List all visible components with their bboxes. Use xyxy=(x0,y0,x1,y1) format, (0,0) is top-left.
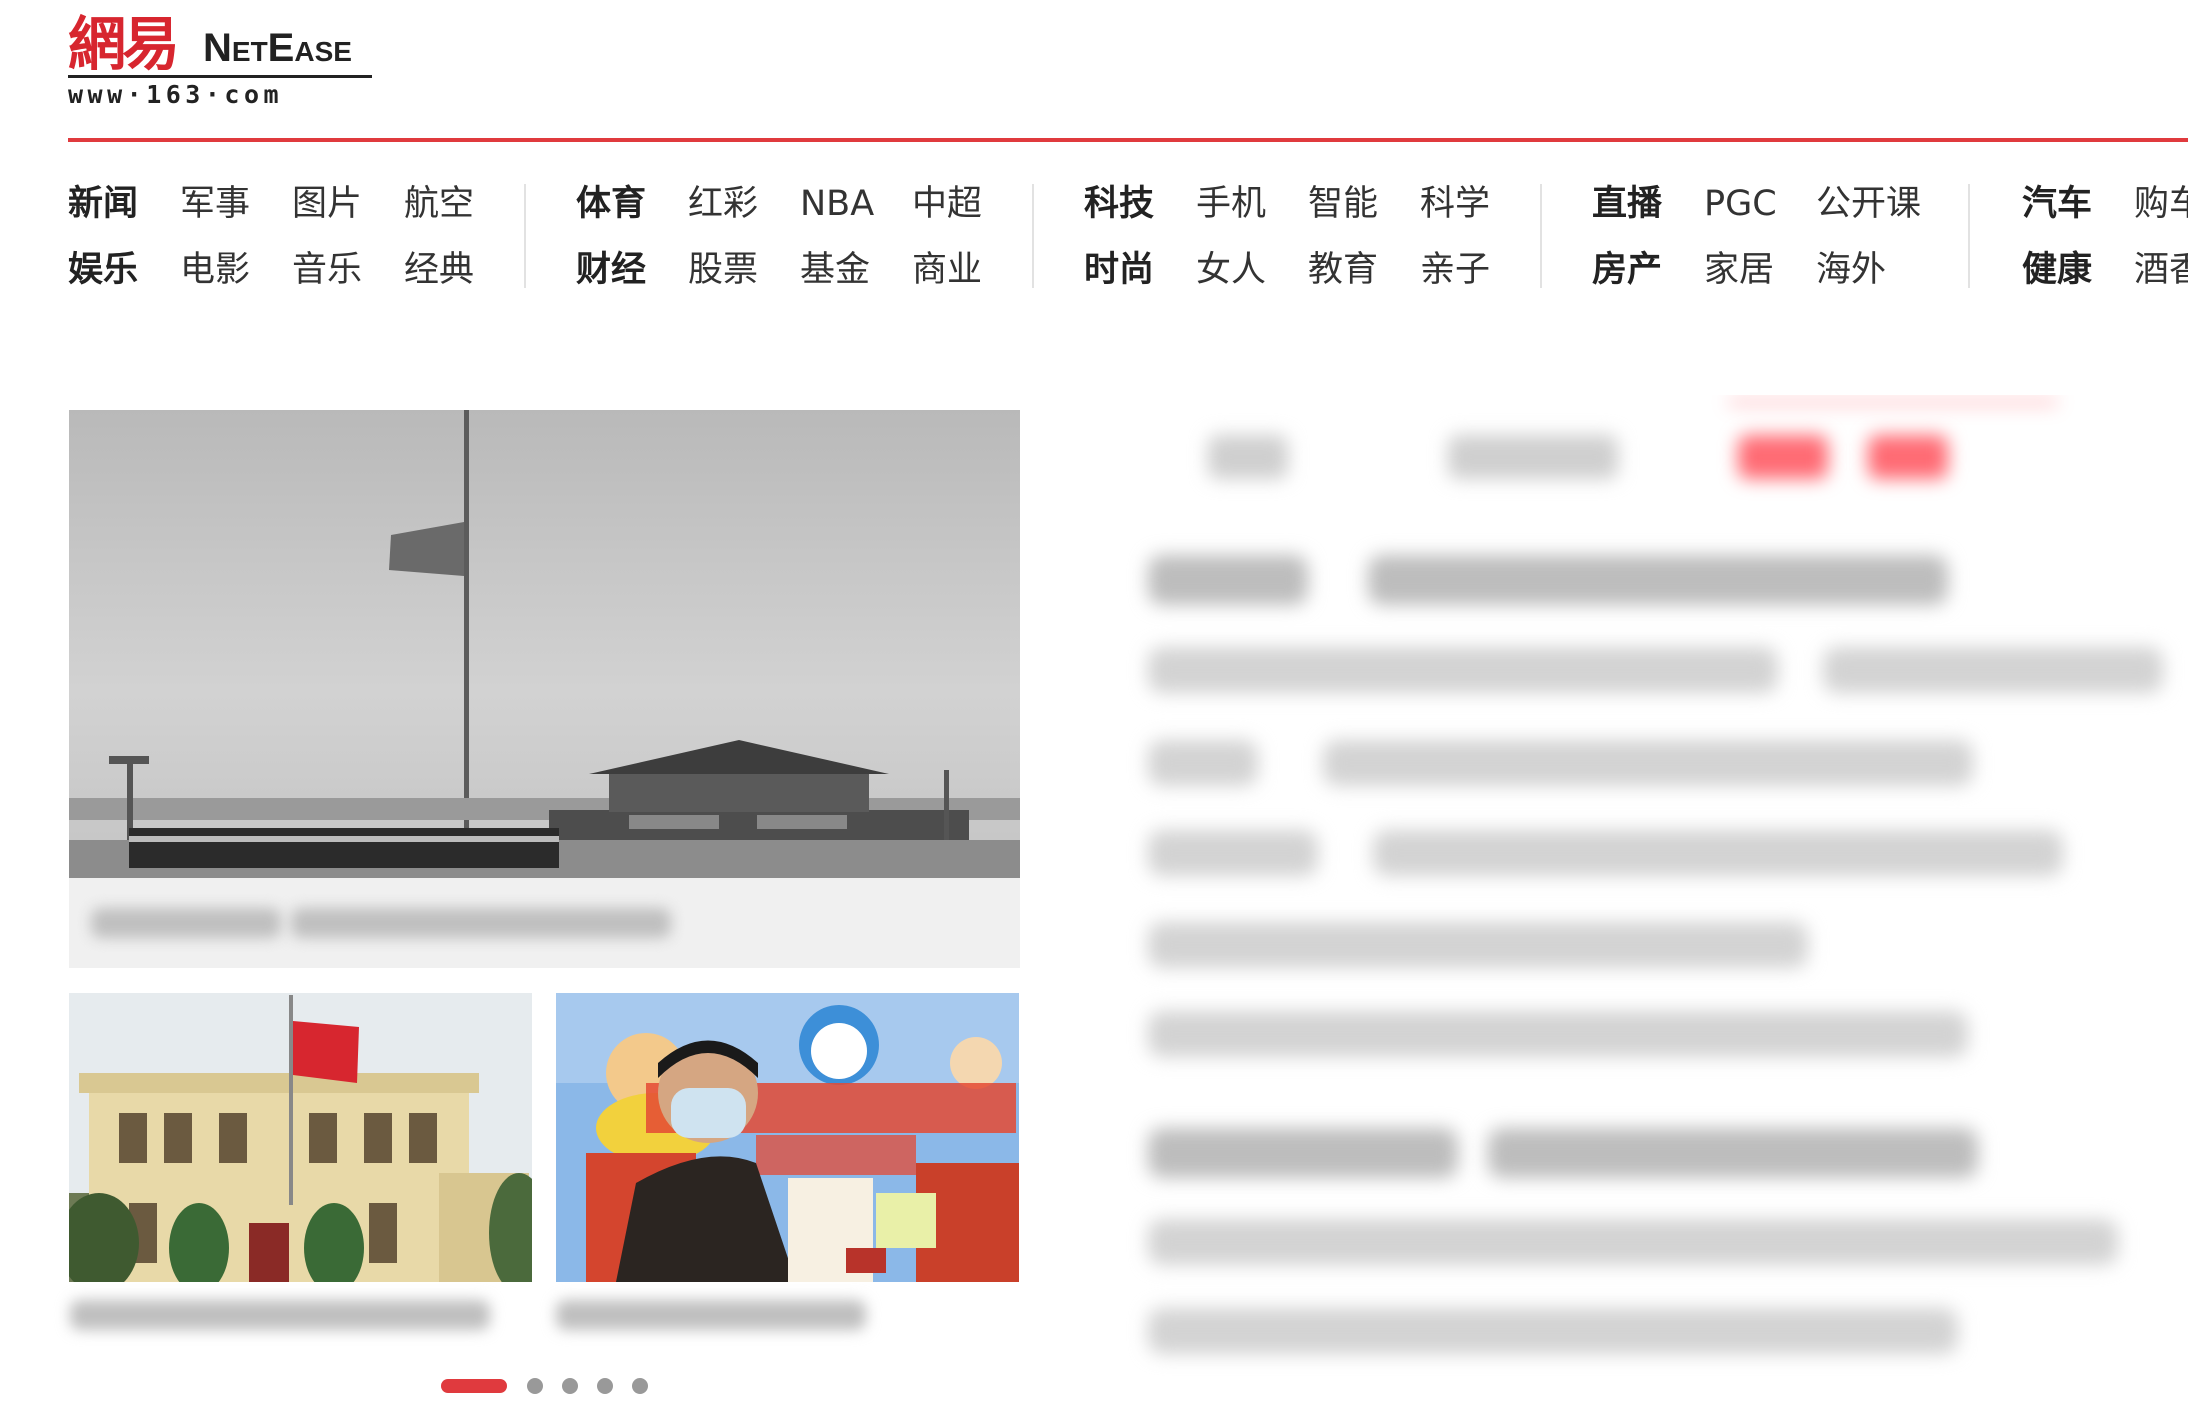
news-item-blurred[interactable] xyxy=(1823,647,2163,693)
logo-chinese-text: 網易 xyxy=(68,10,180,78)
nav-link-car-buying[interactable]: 购车 xyxy=(2134,182,2188,226)
nav-link-movies[interactable]: 电影 xyxy=(180,248,250,292)
news-item-blurred[interactable] xyxy=(1373,830,2063,876)
news-headline-blurred[interactable] xyxy=(1488,1128,1978,1178)
carousel-main-image[interactable] xyxy=(69,410,1020,878)
carousel-dot[interactable] xyxy=(562,1378,578,1394)
nav-link-tech[interactable]: 科技 xyxy=(1084,182,1154,226)
blurred-thumbnail-caption xyxy=(70,1300,490,1330)
nav-separator xyxy=(1540,184,1542,288)
netease-logo[interactable]: 網易 NetEase www·163·com xyxy=(68,8,388,109)
nav-link-science[interactable]: 科学 xyxy=(1420,182,1490,226)
blurred-caption-text xyxy=(291,908,671,938)
nav-link-lottery[interactable]: 红彩 xyxy=(688,182,758,226)
nav-group-sports: 体育 红彩 NBA 中超 财经 股票 基金 商业 xyxy=(576,174,1046,294)
nav-link-overseas[interactable]: 海外 xyxy=(1816,248,1886,292)
nav-link-sports[interactable]: 体育 xyxy=(576,182,646,226)
news-tab-blurred[interactable] xyxy=(1448,435,1618,479)
nav-group-auto: 汽车 购车 健康 酒香 xyxy=(2022,174,2188,294)
logo-english-word: NetEase xyxy=(203,26,352,70)
main-nav: 新闻 军事 图片 航空 娱乐 电影 音乐 经典 体育 红彩 NBA 中超 财经 … xyxy=(68,174,2188,294)
blurred-caption-text xyxy=(91,908,281,938)
consulate-photo xyxy=(69,993,532,1282)
nav-link-pgc[interactable]: PGC xyxy=(1704,182,1777,226)
news-headline-blurred[interactable] xyxy=(1368,555,1948,605)
nav-link-aviation[interactable]: 航空 xyxy=(404,182,474,226)
news-panel-blurred xyxy=(1078,395,2188,1404)
nav-group-news: 新闻 军事 图片 航空 娱乐 电影 音乐 经典 xyxy=(68,174,538,294)
nav-link-finance[interactable]: 财经 xyxy=(576,248,646,292)
nav-link-funds[interactable]: 基金 xyxy=(800,248,870,292)
thumbnail-blood-donation-image[interactable] xyxy=(556,993,1019,1282)
nav-link-real-estate[interactable]: 房产 xyxy=(1592,248,1662,292)
nav-separator xyxy=(1032,184,1034,288)
nav-link-auto[interactable]: 汽车 xyxy=(2022,182,2092,226)
news-tab-active-blurred[interactable] xyxy=(1738,435,1828,479)
nav-link-nba[interactable]: NBA xyxy=(800,182,874,226)
nav-link-education[interactable]: 教育 xyxy=(1308,248,1378,292)
nav-separator xyxy=(524,184,526,288)
carousel-dot[interactable] xyxy=(597,1378,613,1394)
header-divider xyxy=(68,138,2188,142)
thumbnail-consulate-image[interactable] xyxy=(69,993,532,1282)
blood-donation-photo xyxy=(556,993,1019,1282)
nav-link-fashion[interactable]: 时尚 xyxy=(1084,248,1154,292)
blurred-thumbnail-caption xyxy=(556,1300,866,1330)
news-item-blurred[interactable] xyxy=(1148,647,1778,693)
nav-link-smart[interactable]: 智能 xyxy=(1308,182,1378,226)
logo-url-text: www·163·com xyxy=(68,75,372,109)
nav-link-photos[interactable]: 图片 xyxy=(292,182,362,226)
carousel-dot[interactable] xyxy=(632,1378,648,1394)
nav-link-open-course[interactable]: 公开课 xyxy=(1816,182,1921,226)
nav-separator xyxy=(1968,184,1970,288)
nav-link-wine[interactable]: 酒香 xyxy=(2134,248,2188,292)
nav-link-music[interactable]: 音乐 xyxy=(292,248,362,292)
nav-link-live[interactable]: 直播 xyxy=(1592,182,1662,226)
tiananmen-photo xyxy=(69,410,1020,878)
news-item-blurred[interactable] xyxy=(1148,830,1318,876)
nav-link-parenting[interactable]: 亲子 xyxy=(1420,248,1490,292)
news-headline-blurred[interactable] xyxy=(1148,1128,1458,1178)
nav-link-home[interactable]: 家居 xyxy=(1704,248,1774,292)
nav-link-classics[interactable]: 经典 xyxy=(404,248,474,292)
nav-link-entertainment[interactable]: 娱乐 xyxy=(68,248,138,292)
logo-english-text: NetEase xyxy=(203,28,352,69)
news-item-blurred[interactable] xyxy=(1148,1011,1968,1057)
news-item-blurred[interactable] xyxy=(1148,1308,1958,1354)
nav-link-stocks[interactable]: 股票 xyxy=(688,248,758,292)
nav-link-csl[interactable]: 中超 xyxy=(912,182,982,226)
news-headline-blurred[interactable] xyxy=(1148,555,1308,605)
news-tab-active-blurred[interactable] xyxy=(1868,435,1948,479)
news-tab-indicator xyxy=(1728,399,2058,405)
nav-link-business[interactable]: 商业 xyxy=(912,248,982,292)
nav-link-military[interactable]: 军事 xyxy=(180,182,250,226)
carousel-dot-active[interactable] xyxy=(441,1379,507,1393)
news-item-blurred[interactable] xyxy=(1148,740,1258,786)
nav-link-mobile[interactable]: 手机 xyxy=(1196,182,1266,226)
carousel-dot[interactable] xyxy=(527,1378,543,1394)
news-item-blurred[interactable] xyxy=(1148,1219,2118,1265)
carousel-caption[interactable] xyxy=(69,878,1020,968)
news-tab-blurred[interactable] xyxy=(1208,435,1288,479)
news-item-blurred[interactable] xyxy=(1323,740,1973,786)
news-item-blurred[interactable] xyxy=(1148,922,1808,968)
nav-group-live: 直播 PGC 公开课 房产 家居 海外 xyxy=(1592,174,1992,294)
nav-link-news[interactable]: 新闻 xyxy=(68,182,138,226)
nav-group-tech: 科技 手机 智能 科学 时尚 女人 教育 亲子 xyxy=(1084,174,1554,294)
nav-link-health[interactable]: 健康 xyxy=(2022,248,2092,292)
nav-link-women[interactable]: 女人 xyxy=(1196,248,1266,292)
